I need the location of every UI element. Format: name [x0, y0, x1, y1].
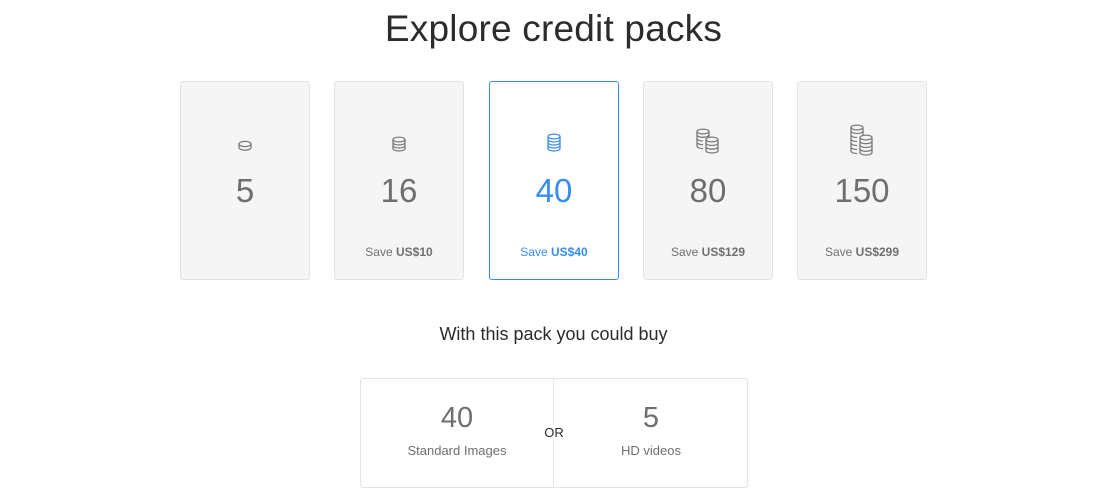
coin-stack-icon — [490, 132, 618, 152]
standard-images-count: 40 — [440, 402, 474, 434]
hd-videos-count: 5 — [642, 402, 660, 434]
pack-credit-count: 16 — [380, 172, 418, 209]
pack-card-16[interactable]: 16 Save US$10 — [334, 81, 464, 280]
pack-card-40[interactable]: 40 Save US$40 — [489, 81, 619, 280]
small-coin-stack-icon — [335, 134, 463, 152]
credit-packs-page: Explore credit packs 5 16 Save US$10 40 … — [0, 0, 1107, 500]
pack-savings: Save US$10 — [365, 245, 433, 259]
pack-card-80[interactable]: 80 Save US$129 — [643, 81, 773, 280]
buy-heading: With this pack you could buy — [439, 324, 668, 344]
pack-credit-count: 40 — [535, 172, 573, 209]
large-coin-stacks-icon — [798, 124, 926, 156]
standard-images-label: Standard Images — [407, 443, 507, 458]
single-coin-icon — [181, 138, 309, 152]
pack-card-150[interactable]: 150 Save US$299 — [797, 81, 927, 280]
credit-pack-list: 5 16 Save US$10 40 Save US$40 80 Save US… — [180, 81, 930, 282]
two-coin-stacks-icon — [644, 128, 772, 154]
pack-credit-count: 5 — [235, 172, 255, 209]
hd-videos-option: 5 HD videos — [555, 379, 747, 487]
page-title: Explore credit packs — [384, 8, 723, 49]
buy-options-box: 40 Standard Images OR 5 HD videos — [360, 378, 748, 488]
pack-credit-count: 150 — [834, 172, 890, 209]
pack-savings: Save US$129 — [670, 245, 746, 259]
pack-card-5[interactable]: 5 — [180, 81, 310, 280]
standard-images-option: 40 Standard Images — [361, 379, 553, 487]
pack-credit-count: 80 — [689, 172, 727, 209]
hd-videos-label: HD videos — [621, 443, 681, 458]
pack-savings: Save US$299 — [824, 245, 900, 259]
pack-savings: Save US$40 — [520, 245, 588, 259]
